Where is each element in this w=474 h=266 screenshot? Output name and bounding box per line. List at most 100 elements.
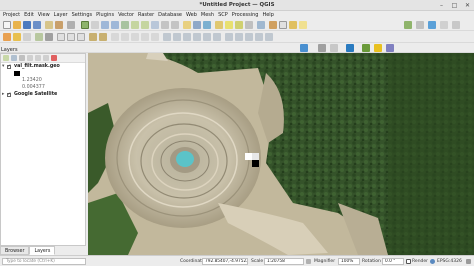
move-label-icon[interactable] [131,33,139,41]
save-project-icon[interactable] [23,21,31,29]
zoom-to-layer-icon[interactable] [141,21,149,29]
expand-all-icon[interactable] [35,55,41,61]
layout-manager-icon[interactable] [55,21,63,29]
paste-icon[interactable] [77,33,85,41]
select-features-icon[interactable] [225,21,233,29]
style-manager-icon[interactable] [67,21,75,29]
select-by-value-icon[interactable] [235,21,243,29]
deselect-icon[interactable] [245,21,253,29]
save-as-icon[interactable] [33,21,41,29]
pin-labels-icon[interactable] [121,33,129,41]
filter-legend-icon[interactable] [27,55,33,61]
simplify-icon[interactable] [183,33,191,41]
undo-icon[interactable] [89,33,97,41]
crs-label[interactable]: EPSG:4326 [437,259,462,264]
menu-web[interactable]: Web [186,11,197,20]
crs-globe-icon[interactable] [430,259,435,264]
statistical-summary-icon[interactable] [279,21,287,29]
add-part-icon[interactable] [203,33,211,41]
open-project-icon[interactable] [13,21,21,29]
scp-roi-icon[interactable] [330,44,338,52]
layer-item-google-satellite[interactable]: ▸ Google Satellite [1,91,85,98]
processing-toolbox-icon[interactable] [269,21,277,29]
add-ring-icon[interactable] [193,33,201,41]
scp-spectral-plot-icon[interactable] [386,44,394,52]
cut-icon[interactable] [57,33,65,41]
fill-ring-icon[interactable] [213,33,221,41]
offset-curve-icon[interactable] [255,33,263,41]
change-label-icon[interactable] [151,33,159,41]
add-group-icon[interactable] [11,55,17,61]
show-bookmarks-icon[interactable] [193,21,201,29]
menu-layer[interactable]: Layer [54,11,68,20]
menu-database[interactable]: Database [158,11,182,20]
menu-project[interactable]: Project [3,11,20,20]
digitize-shape-icon[interactable] [163,33,171,41]
magnifier-spinbox[interactable]: 100% [338,258,360,265]
menu-processing[interactable]: Processing [232,11,259,20]
vertex-tool-icon[interactable] [45,33,53,41]
tab-layers[interactable]: Layers [29,246,56,255]
expand-arrow-icon[interactable]: ▾ [2,63,4,70]
reshape-icon[interactable] [245,33,253,41]
copy-icon[interactable] [67,33,75,41]
new-print-layout-icon[interactable] [45,21,53,29]
scp-preview-icon[interactable] [428,21,436,29]
rotate-label-icon[interactable] [141,33,149,41]
manage-themes-icon[interactable] [19,55,25,61]
maximize-button[interactable]: □ [451,2,458,9]
scp-tools-icon[interactable] [452,21,460,29]
identify-features-icon[interactable] [215,21,223,29]
menu-edit[interactable]: Edit [24,11,34,20]
save-edits-icon[interactable] [23,33,31,41]
open-layer-styling-icon[interactable] [3,55,9,61]
refresh-icon[interactable] [203,21,211,29]
menu-help[interactable]: Help [262,11,273,20]
delete-ring-icon[interactable] [225,33,233,41]
expand-arrow-icon[interactable]: ▸ [2,91,4,98]
coordinate-field[interactable]: 792.85407,-4.97522 [202,258,248,265]
zoom-last-icon[interactable] [161,21,169,29]
menu-vector[interactable]: Vector [118,11,134,20]
collapse-all-icon[interactable] [43,55,49,61]
scp-classification-icon[interactable] [362,44,370,52]
open-attribute-table-icon[interactable] [257,21,265,29]
zoom-out-icon[interactable] [111,21,119,29]
redo-icon[interactable] [99,33,107,41]
new-project-icon[interactable] [3,21,11,29]
layer-visibility-checkbox[interactable] [7,91,11,98]
menu-view[interactable]: View [38,11,50,20]
measure-line-icon[interactable] [289,21,297,29]
scp-input-icon[interactable] [404,21,412,29]
globe-icon[interactable] [346,44,354,52]
zoom-full-icon[interactable] [121,21,129,29]
rotate-feature-icon[interactable] [173,33,181,41]
rotation-spinbox[interactable]: 0.0 ° [382,258,404,265]
zoom-to-selection-icon[interactable] [131,21,139,29]
label-tool-icon[interactable] [111,33,119,41]
minimize-button[interactable]: – [438,2,445,9]
menu-settings[interactable]: Settings [72,11,93,20]
layer-item-val-filt[interactable]: ▾ val_filt.mask.geo [1,63,85,70]
menu-plugins[interactable]: Plugins [96,11,114,20]
scp-run-icon[interactable] [374,44,382,52]
split-features-icon[interactable] [265,33,273,41]
remove-layer-icon[interactable] [51,55,57,61]
zoom-native-icon[interactable] [151,21,159,29]
scale-combobox[interactable]: 1:20758 [264,258,304,265]
new-bookmark-icon[interactable] [183,21,191,29]
layer-visibility-checkbox[interactable] [7,63,11,70]
pan-to-selection-icon[interactable] [91,21,99,29]
text-annotation-icon[interactable] [299,21,307,29]
scp-settings-icon[interactable] [416,21,424,29]
menu-mesh[interactable]: Mesh [201,11,214,20]
scp-band-set-icon[interactable] [440,21,448,29]
map-canvas[interactable] [88,53,474,255]
scp-dock-icon[interactable] [318,44,326,52]
locator-search-input[interactable]: Type to locate (Ctrl+K) [2,258,86,265]
lock-scale-icon[interactable] [306,259,311,264]
menu-raster[interactable]: Raster [138,11,154,20]
pan-map-icon[interactable] [81,21,89,29]
zoom-next-icon[interactable] [171,21,179,29]
render-checkbox[interactable] [406,259,411,264]
